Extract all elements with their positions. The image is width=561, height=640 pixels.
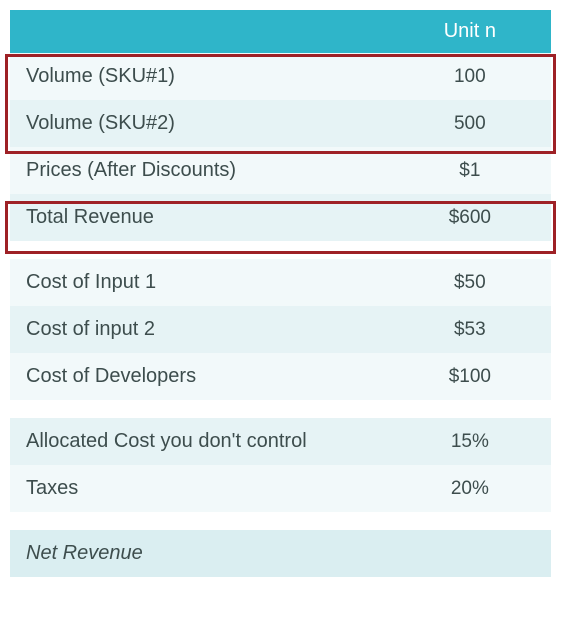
row-value-net-revenue [389, 530, 551, 577]
table-row: Allocated Cost you don't control 15% [10, 418, 551, 465]
table-row: Volume (SKU#2) 500 [10, 100, 551, 147]
row-label-allocated-cost: Allocated Cost you don't control [10, 418, 389, 465]
row-value-volume-sku2: 500 [389, 100, 551, 147]
row-label-taxes: Taxes [10, 465, 389, 512]
table-row: Net Revenue [10, 530, 551, 577]
table-row: Cost of Input 1 $50 [10, 259, 551, 306]
row-label-net-revenue: Net Revenue [10, 530, 389, 577]
financial-table: Unit n Volume (SKU#1) 100 Volume (SKU#2)… [10, 10, 551, 577]
table-row: Total Revenue $600 [10, 194, 551, 241]
row-value-prices: $1 [389, 147, 551, 194]
table-gap-row [10, 241, 551, 259]
table-header-row: Unit n [10, 10, 551, 53]
table-row: Cost of input 2 $53 [10, 306, 551, 353]
header-label-cell [10, 10, 389, 53]
row-value-cost-input1: $50 [389, 259, 551, 306]
row-value-allocated-cost: 15% [389, 418, 551, 465]
row-label-cost-developers: Cost of Developers [10, 353, 389, 400]
row-label-prices: Prices (After Discounts) [10, 147, 389, 194]
row-label-total-revenue: Total Revenue [10, 194, 389, 241]
row-label-volume-sku2: Volume (SKU#2) [10, 100, 389, 147]
row-value-taxes: 20% [389, 465, 551, 512]
financial-table-page: Unit n Volume (SKU#1) 100 Volume (SKU#2)… [0, 0, 561, 640]
table-gap-row [10, 400, 551, 418]
row-value-volume-sku1: 100 [389, 53, 551, 100]
row-label-cost-input1: Cost of Input 1 [10, 259, 389, 306]
row-value-total-revenue: $600 [389, 194, 551, 241]
row-value-cost-developers: $100 [389, 353, 551, 400]
table-gap-row [10, 512, 551, 530]
row-label-cost-input2: Cost of input 2 [10, 306, 389, 353]
table-row: Prices (After Discounts) $1 [10, 147, 551, 194]
row-label-volume-sku1: Volume (SKU#1) [10, 53, 389, 100]
table-row: Taxes 20% [10, 465, 551, 512]
header-value-cell: Unit n [389, 10, 551, 53]
table-row: Volume (SKU#1) 100 [10, 53, 551, 100]
row-value-cost-input2: $53 [389, 306, 551, 353]
table-row: Cost of Developers $100 [10, 353, 551, 400]
